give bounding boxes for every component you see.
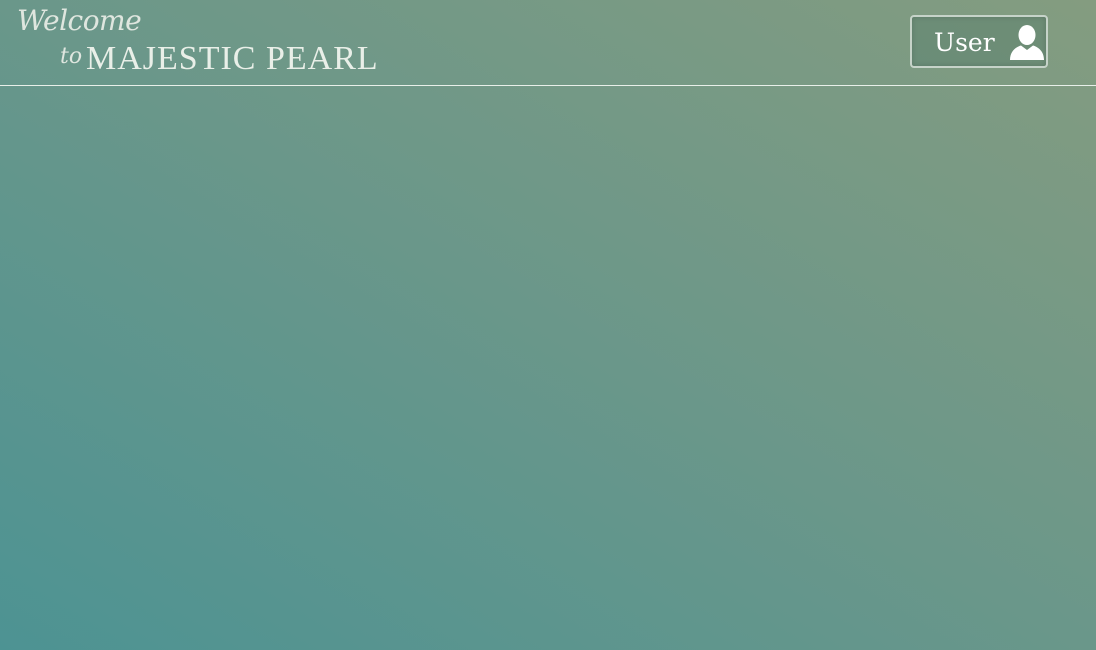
brand-logo: Welcome to MAJESTIC PEARL — [0, 0, 378, 85]
user-icon — [1007, 23, 1047, 63]
welcome-text: Welcome — [17, 4, 142, 37]
main-content-area — [0, 87, 1096, 650]
brand-name: MAJESTIC PEARL — [86, 40, 379, 77]
to-text: to — [60, 44, 83, 69]
user-label: User — [934, 28, 995, 57]
header-bar: Welcome to MAJESTIC PEARL User — [0, 0, 1096, 86]
user-button[interactable]: User — [910, 15, 1048, 68]
